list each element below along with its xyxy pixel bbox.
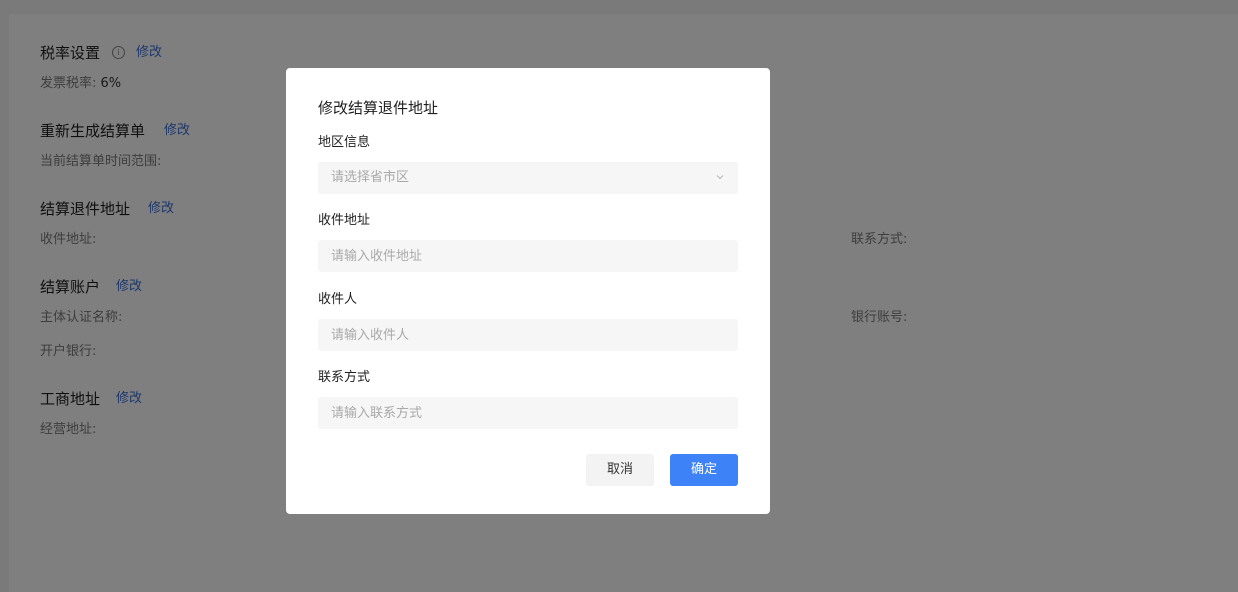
contact-method-label: 联系方式 <box>318 370 371 385</box>
edit-return-address-modal: 修改结算退件地址 地区信息 请选择省市区 收件地址 收件人 联系方式 取消 确定 <box>286 68 770 514</box>
address-input[interactable] <box>318 240 738 272</box>
region-select[interactable]: 请选择省市区 <box>318 162 738 194</box>
address-label: 收件地址 <box>318 213 371 228</box>
confirm-button[interactable]: 确定 <box>670 454 738 486</box>
region-select-placeholder: 请选择省市区 <box>331 170 410 185</box>
cancel-button[interactable]: 取消 <box>586 454 654 486</box>
recipient-label: 收件人 <box>318 292 358 307</box>
modal-title: 修改结算退件地址 <box>318 99 439 117</box>
region-label: 地区信息 <box>318 135 371 150</box>
recipient-input[interactable] <box>318 319 738 351</box>
chevron-down-icon <box>716 175 724 180</box>
contact-input[interactable] <box>318 397 738 429</box>
